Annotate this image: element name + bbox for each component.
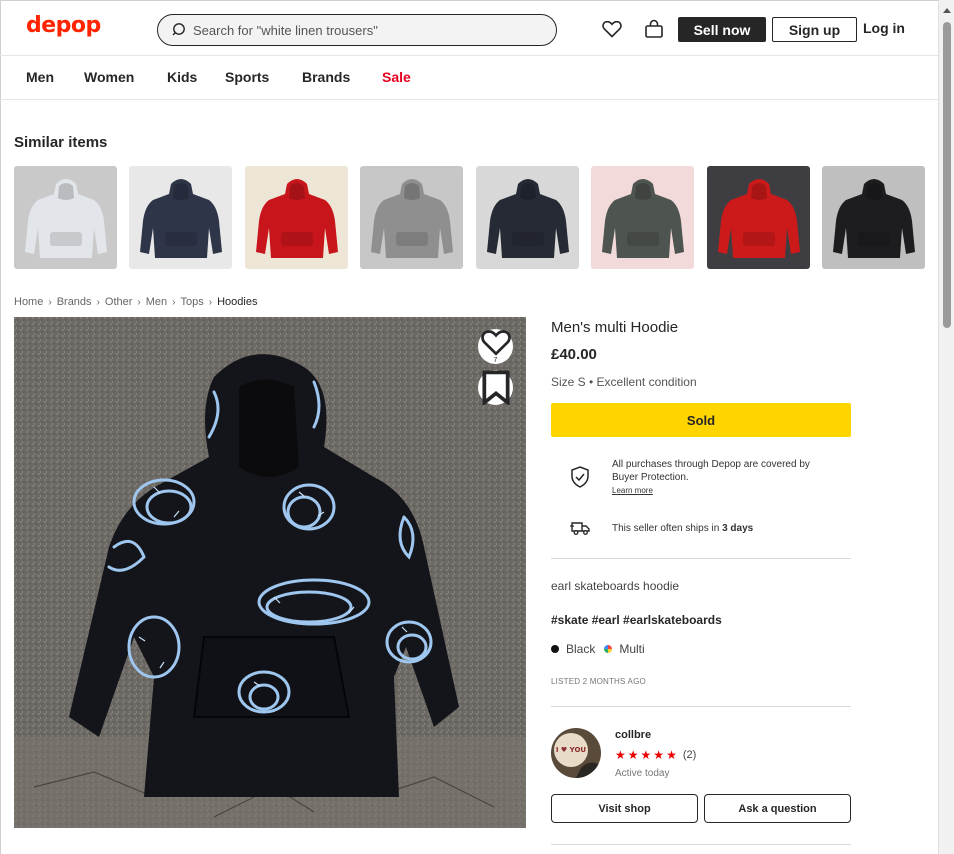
- shipping-text: This seller often ships in: [612, 523, 723, 534]
- star-icon: ★: [653, 748, 665, 762]
- ask-question-button[interactable]: Ask a question: [704, 794, 851, 823]
- divider: [551, 706, 851, 707]
- similar-item-thumbnail[interactable]: [822, 166, 925, 269]
- breadcrumb-brands[interactable]: Brands: [57, 296, 92, 308]
- chevron-right-icon: ›: [48, 296, 52, 308]
- chevron-right-icon: ›: [96, 296, 100, 308]
- star-icon: ★: [627, 748, 639, 762]
- chevron-right-icon: ›: [208, 296, 213, 308]
- chevron-right-icon: ›: [137, 296, 141, 308]
- nav-item-kids[interactable]: Kids: [167, 69, 197, 85]
- shipping-info: This seller often ships in 3 days: [612, 522, 753, 535]
- search-icon: [172, 23, 185, 36]
- similar-item-thumbnail[interactable]: [129, 166, 232, 269]
- visit-shop-button[interactable]: Visit shop: [551, 794, 698, 823]
- product-hashtags[interactable]: #skate #earl #earlskateboards: [551, 613, 722, 627]
- listed-date: LISTED 2 MONTHS AGO: [551, 677, 646, 686]
- rating-count[interactable]: (2): [683, 749, 696, 761]
- heart-icon: [480, 330, 511, 356]
- delivery-truck-icon: [570, 520, 592, 536]
- seller-active-status: Active today: [615, 768, 670, 779]
- log-in-link[interactable]: Log in: [863, 20, 905, 36]
- star-icon: ★: [615, 748, 626, 762]
- divider: [551, 844, 851, 845]
- scroll-up-arrow-icon[interactable]: [943, 8, 951, 13]
- learn-more-link[interactable]: Learn more: [612, 484, 810, 497]
- star-icon: ★: [666, 748, 677, 762]
- color-swatch-black: [551, 645, 559, 653]
- breadcrumb-other[interactable]: Other: [105, 296, 133, 308]
- divider: [551, 558, 851, 559]
- similar-item-thumbnail[interactable]: [360, 166, 463, 269]
- product-image[interactable]: 7: [14, 317, 526, 828]
- sold-button[interactable]: Sold: [551, 403, 851, 437]
- similar-item-thumbnail[interactable]: [476, 166, 579, 269]
- like-button[interactable]: 7: [478, 329, 513, 364]
- category-nav: Men Women Kids Sports Brands Sale: [0, 56, 938, 100]
- depop-logo[interactable]: depop: [26, 13, 101, 38]
- star-icon: ★: [640, 748, 652, 762]
- like-count: 7: [493, 357, 498, 364]
- search-bar[interactable]: [157, 14, 557, 46]
- similar-items-heading: Similar items: [14, 134, 108, 151]
- breadcrumb-men[interactable]: Men: [146, 296, 167, 308]
- product-colors: Black Multi: [551, 642, 645, 656]
- shield-check-icon: [570, 466, 590, 488]
- bookmark-icon: [481, 370, 510, 405]
- color-label-multi: Multi: [619, 642, 645, 656]
- color-swatch-multi: [604, 645, 613, 653]
- sell-now-button[interactable]: Sell now: [678, 17, 766, 42]
- product-title: Men's multi Hoodie: [551, 319, 679, 336]
- breadcrumb-tops[interactable]: Tops: [181, 296, 204, 308]
- bag-icon[interactable]: [643, 18, 665, 40]
- similar-item-thumbnail[interactable]: [591, 166, 694, 269]
- product-price: £40.00: [551, 346, 597, 363]
- nav-item-women[interactable]: Women: [84, 69, 134, 85]
- breadcrumb: Home › Brands › Other › Men › Tops › Hoodies: [14, 296, 257, 308]
- save-button[interactable]: [478, 370, 513, 405]
- scrollbar-thumb[interactable]: [943, 22, 951, 328]
- seller-rating: ★ ★ ★ ★ ★ (2): [615, 748, 696, 762]
- similar-item-thumbnail[interactable]: [707, 166, 810, 269]
- scrollbar[interactable]: [938, 0, 954, 854]
- nav-item-brands[interactable]: Brands: [302, 69, 350, 85]
- chevron-right-icon: ›: [172, 296, 176, 308]
- nav-item-sports[interactable]: Sports: [225, 69, 269, 85]
- buyer-protection-line-2: Buyer Protection.: [612, 472, 689, 483]
- product-size-condition: Size S • Excellent condition: [551, 375, 697, 389]
- buyer-protection-line-1: All purchases through Depop are covered …: [612, 459, 810, 470]
- seller-avatar[interactable]: I ♥ YOU: [551, 728, 601, 778]
- breadcrumb-hoodies[interactable]: Hoodies: [217, 296, 257, 308]
- nav-item-sale[interactable]: Sale: [382, 69, 411, 85]
- product-description: earl skateboards hoodie: [551, 579, 680, 593]
- site-header: depop Sell now Sign up Log in: [0, 0, 938, 56]
- search-input[interactable]: [193, 22, 533, 38]
- seller-username[interactable]: collbre: [615, 729, 651, 741]
- nav-item-men[interactable]: Men: [26, 69, 54, 85]
- breadcrumb-home[interactable]: Home: [14, 296, 43, 308]
- avatar-badge-text: I ♥ YOU: [556, 746, 587, 754]
- color-label-black: Black: [566, 642, 596, 656]
- buyer-protection-text: All purchases through Depop are covered …: [612, 458, 810, 497]
- shipping-days: 3 days: [722, 523, 754, 534]
- heart-icon[interactable]: [601, 18, 623, 40]
- similar-item-thumbnail[interactable]: [14, 166, 117, 269]
- sign-up-button[interactable]: Sign up: [772, 17, 857, 42]
- similar-item-thumbnail[interactable]: [245, 166, 348, 269]
